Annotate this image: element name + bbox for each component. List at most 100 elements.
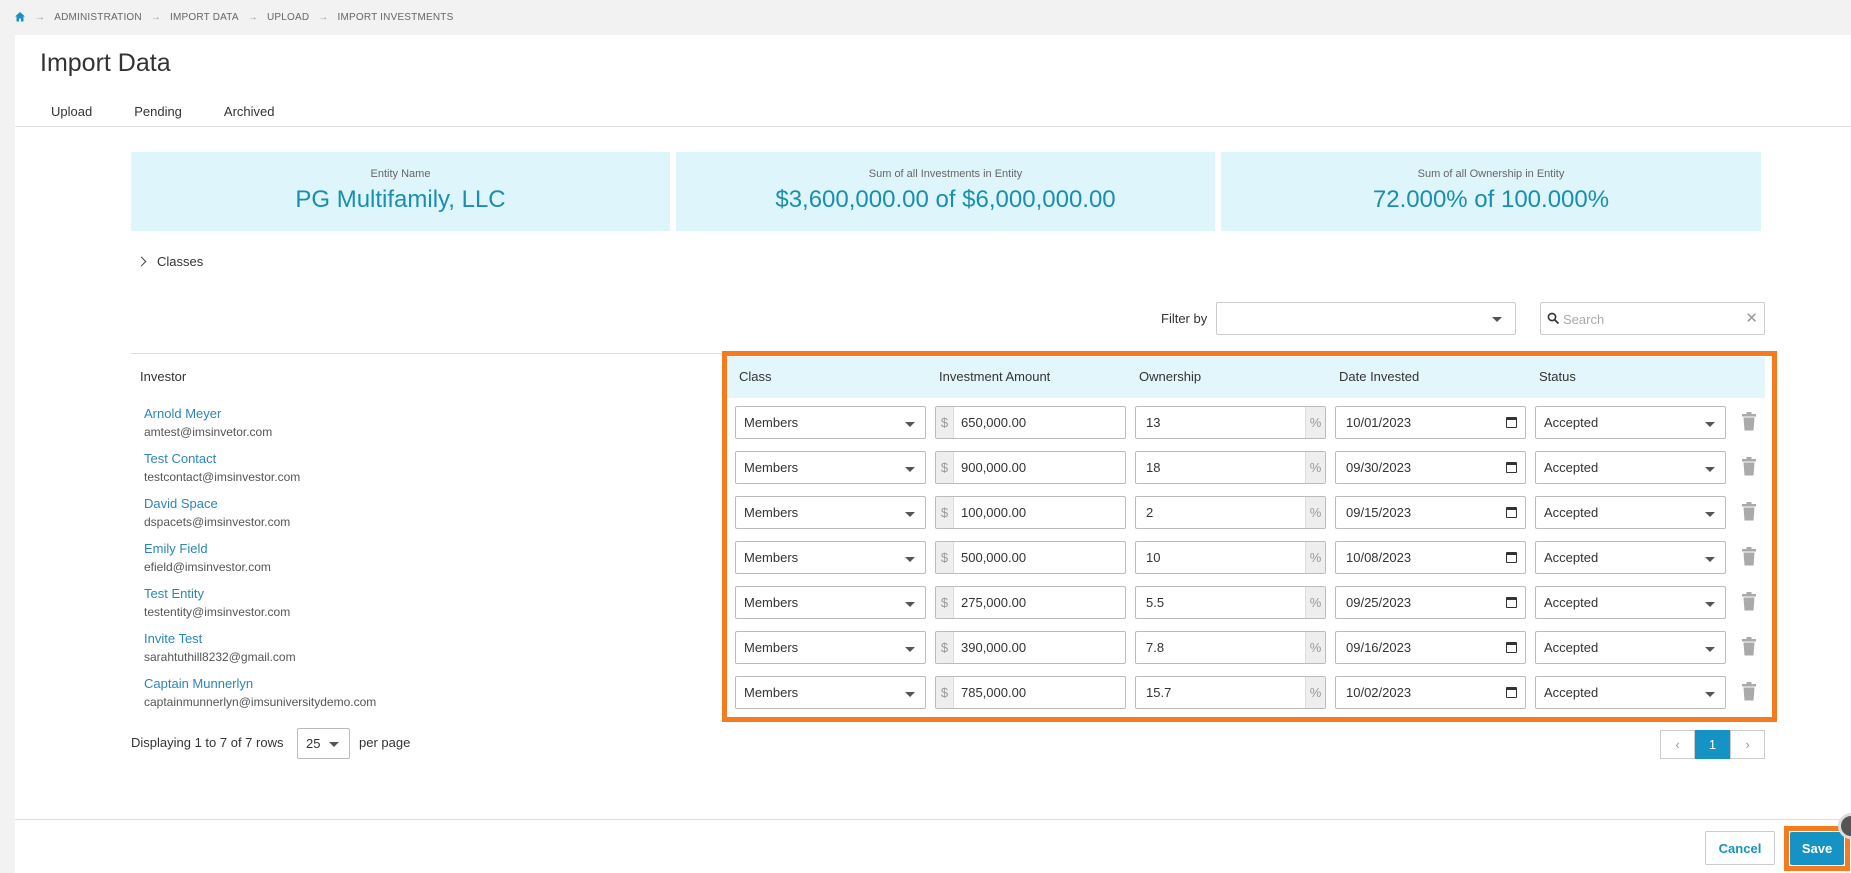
- investment-amount-input[interactable]: $650,000.00: [935, 406, 1126, 439]
- investor-name-link[interactable]: Captain Munnerlyn: [144, 676, 253, 691]
- tab-archived[interactable]: Archived: [224, 99, 275, 124]
- breadcrumb-separator-icon: →: [247, 11, 258, 23]
- class-value: Members: [744, 550, 799, 565]
- status-select[interactable]: Accepted: [1535, 631, 1726, 664]
- cancel-button[interactable]: Cancel: [1705, 831, 1775, 865]
- calendar-icon[interactable]: [1506, 507, 1517, 518]
- status-select[interactable]: Accepted: [1535, 541, 1726, 574]
- date-invested-value: 09/25/2023: [1346, 595, 1412, 610]
- summary-cards: Entity Name PG Multifamily, LLC Sum of a…: [131, 152, 1761, 231]
- status-select[interactable]: Accepted: [1535, 406, 1726, 439]
- calendar-icon[interactable]: [1506, 597, 1517, 608]
- breadcrumb-administration[interactable]: ADMINISTRATION: [54, 12, 142, 23]
- chevron-down-icon: [905, 422, 915, 427]
- chevron-down-icon: [1705, 692, 1715, 697]
- investment-amount-input[interactable]: $500,000.00: [935, 541, 1126, 574]
- status-select[interactable]: Accepted: [1535, 676, 1726, 709]
- breadcrumb-import-data[interactable]: IMPORT DATA: [170, 12, 239, 23]
- calendar-icon[interactable]: [1506, 552, 1517, 563]
- status-select[interactable]: Accepted: [1535, 586, 1726, 619]
- date-invested-value: 09/16/2023: [1346, 640, 1412, 655]
- breadcrumb-separator-icon: →: [318, 11, 329, 23]
- editable-columns-header: [727, 357, 1765, 398]
- class-select[interactable]: Members: [735, 541, 926, 574]
- investor-name-link[interactable]: Test Entity: [144, 586, 204, 601]
- class-select[interactable]: Members: [735, 586, 926, 619]
- header-date-invested: Date Invested: [1339, 369, 1420, 384]
- class-select[interactable]: Members: [735, 406, 926, 439]
- breadcrumb-separator-icon: →: [150, 11, 162, 23]
- page-1-button[interactable]: 1: [1695, 730, 1730, 759]
- date-invested-value: 09/30/2023: [1346, 460, 1412, 475]
- tab-upload[interactable]: Upload: [51, 99, 92, 124]
- investor-name-link[interactable]: Emily Field: [144, 541, 208, 556]
- date-invested-input[interactable]: 09/30/2023: [1335, 451, 1526, 484]
- investor-name-link[interactable]: David Space: [144, 496, 218, 511]
- investment-amount-value: 390,000.00: [961, 640, 1027, 655]
- search-input[interactable]: [1563, 308, 1741, 330]
- delete-row-icon[interactable]: [1741, 502, 1757, 521]
- delete-row-icon[interactable]: [1741, 457, 1757, 476]
- date-invested-input[interactable]: 10/08/2023: [1335, 541, 1526, 574]
- investor-name-link[interactable]: Test Contact: [144, 451, 216, 466]
- chevron-down-icon: [1705, 557, 1715, 562]
- class-select[interactable]: Members: [735, 451, 926, 484]
- investment-amount-input[interactable]: $275,000.00: [935, 586, 1126, 619]
- calendar-icon[interactable]: [1506, 687, 1517, 698]
- ownership-input[interactable]: 13%: [1135, 406, 1326, 439]
- prev-page-button[interactable]: ‹: [1660, 730, 1695, 759]
- ownership-input[interactable]: 15.7%: [1135, 676, 1326, 709]
- delete-row-icon[interactable]: [1741, 412, 1757, 431]
- breadcrumb-import-investments[interactable]: IMPORT INVESTMENTS: [337, 12, 453, 23]
- breadcrumb-upload[interactable]: UPLOAD: [267, 12, 309, 23]
- date-invested-input[interactable]: 10/01/2023: [1335, 406, 1526, 439]
- dollar-icon: $: [936, 407, 954, 438]
- date-invested-input[interactable]: 09/15/2023: [1335, 496, 1526, 529]
- class-select[interactable]: Members: [735, 676, 926, 709]
- class-select[interactable]: Members: [735, 631, 926, 664]
- calendar-icon[interactable]: [1506, 642, 1517, 653]
- page-size-select[interactable]: 25: [297, 728, 350, 759]
- classes-toggle[interactable]: Classes: [136, 254, 203, 269]
- class-select[interactable]: Members: [735, 496, 926, 529]
- investor-name-link[interactable]: Invite Test: [144, 631, 202, 646]
- investor-email: amtest@imsinvetor.com: [144, 425, 273, 439]
- ownership-input[interactable]: 2%: [1135, 496, 1326, 529]
- dollar-icon: $: [936, 587, 954, 618]
- tab-bar: Upload Pending Archived: [51, 99, 317, 124]
- clear-search-icon[interactable]: ✕: [1745, 309, 1758, 327]
- chevron-down-icon: [905, 692, 915, 697]
- investment-amount-input[interactable]: $900,000.00: [935, 451, 1126, 484]
- investor-name-link[interactable]: Arnold Meyer: [144, 406, 221, 421]
- status-select[interactable]: Accepted: [1535, 496, 1726, 529]
- date-invested-input[interactable]: 09/25/2023: [1335, 586, 1526, 619]
- investment-amount-value: 650,000.00: [961, 415, 1027, 430]
- tab-pending[interactable]: Pending: [134, 99, 182, 124]
- delete-row-icon[interactable]: [1741, 637, 1757, 656]
- next-page-button[interactable]: ›: [1730, 730, 1765, 759]
- home-icon[interactable]: [14, 11, 26, 23]
- investment-amount-value: 275,000.00: [961, 595, 1027, 610]
- chevron-down-icon: [1492, 317, 1502, 322]
- investment-amount-input[interactable]: $785,000.00: [935, 676, 1126, 709]
- ownership-input[interactable]: 7.8%: [1135, 631, 1326, 664]
- delete-row-icon[interactable]: [1741, 547, 1757, 566]
- calendar-icon[interactable]: [1506, 417, 1517, 428]
- date-invested-input[interactable]: 09/16/2023: [1335, 631, 1526, 664]
- class-value: Members: [744, 640, 799, 655]
- ownership-input[interactable]: 10%: [1135, 541, 1326, 574]
- date-invested-value: 09/15/2023: [1346, 505, 1412, 520]
- ownership-input[interactable]: 5.5%: [1135, 586, 1326, 619]
- save-button[interactable]: Save: [1790, 832, 1844, 865]
- status-select[interactable]: Accepted: [1535, 451, 1726, 484]
- filter-select[interactable]: [1216, 302, 1516, 335]
- investment-amount-input[interactable]: $390,000.00: [935, 631, 1126, 664]
- date-invested-input[interactable]: 10/02/2023: [1335, 676, 1526, 709]
- ownership-input[interactable]: 18%: [1135, 451, 1326, 484]
- dollar-icon: $: [936, 452, 954, 483]
- investment-amount-input[interactable]: $100,000.00: [935, 496, 1126, 529]
- delete-row-icon[interactable]: [1741, 682, 1757, 701]
- date-invested-value: 10/01/2023: [1346, 415, 1412, 430]
- delete-row-icon[interactable]: [1741, 592, 1757, 611]
- calendar-icon[interactable]: [1506, 462, 1517, 473]
